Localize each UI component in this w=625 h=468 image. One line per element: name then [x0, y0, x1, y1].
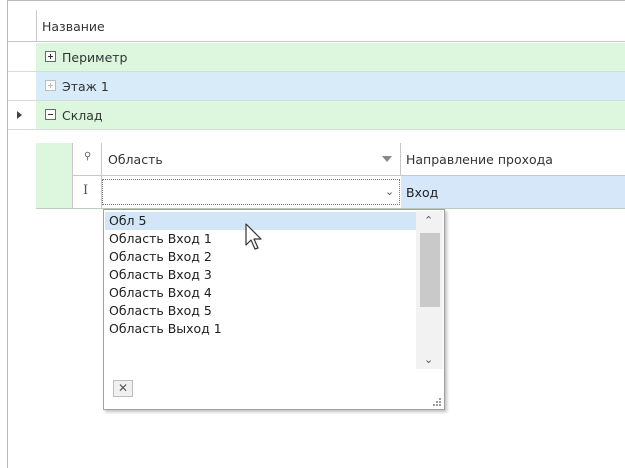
dropdown-item-label: Обл 5 — [109, 213, 147, 228]
dropdown-item-label: Область Вход 4 — [109, 285, 212, 300]
row-cell[interactable] — [36, 101, 625, 129]
column-header-label: Направление прохода — [406, 152, 553, 167]
dropdown-item-label: Область Вход 3 — [109, 267, 212, 282]
detail-grid: ⚲ Область Направление прохода I ⌄ Вход — [72, 143, 625, 208]
dropdown-item-label: Область Вход 2 — [109, 249, 212, 264]
row-label: Этаж 1 — [62, 79, 109, 94]
header-indicator-cell — [8, 10, 37, 42]
combo-dropdown-button[interactable]: ⌄ — [382, 182, 398, 202]
dropdown-item[interactable]: Область Выход 1 — [105, 320, 417, 338]
dropdown-scrollbar[interactable]: ⌃ ⌄ — [416, 211, 443, 369]
detail-header-indicator[interactable]: ⚲ — [73, 143, 102, 175]
row-indicator[interactable] — [8, 43, 37, 71]
edit-indicator-icon: I — [83, 183, 89, 198]
scrollbar-thumb[interactable] — [420, 233, 440, 307]
grid-header: Название — [8, 10, 625, 42]
clear-button[interactable]: ✕ — [113, 380, 133, 397]
resize-grip-icon[interactable] — [433, 398, 441, 406]
current-row-arrow-icon — [17, 111, 22, 119]
collapse-icon[interactable] — [45, 109, 56, 120]
dropdown-item-label: Область Вход 1 — [109, 231, 212, 246]
column-header-area[interactable]: Область — [102, 143, 401, 175]
clear-icon: ✕ — [117, 381, 129, 395]
detail-view: ⚲ Область Направление прохода I ⌄ Вход — [36, 143, 625, 209]
new-item-row[interactable]: I ⌄ Вход — [73, 176, 625, 208]
scroll-up-icon[interactable]: ⌃ — [424, 214, 433, 227]
row-indicator[interactable] — [8, 72, 37, 100]
dropdown-chevron-icon: ⌄ — [385, 185, 395, 198]
column-header-name[interactable]: Название — [42, 19, 105, 34]
table-row-perimeter[interactable]: Периметр — [8, 43, 625, 72]
table-row-floor-1[interactable]: Этаж 1 — [8, 72, 625, 101]
dropdown-item[interactable]: Область Вход 5 — [105, 302, 417, 320]
dropdown-item-label: Область Выход 1 — [109, 321, 222, 336]
scroll-down-icon[interactable]: ⌄ — [424, 353, 433, 366]
row-label: Периметр — [62, 50, 128, 65]
row-label: Склад — [62, 108, 103, 123]
dropdown-item[interactable]: Область Вход 3 — [105, 266, 417, 284]
dropdown-popup: Обл 5 Область Вход 1 Область Вход 2 Обла… — [103, 209, 445, 410]
row-indicator: I — [73, 176, 102, 208]
expand-icon[interactable] — [45, 80, 56, 91]
table-row-warehouse[interactable]: Склад — [8, 101, 625, 130]
search-icon[interactable]: ⚲ — [84, 151, 91, 162]
direction-value: Вход — [406, 185, 439, 200]
row-indicator[interactable] — [8, 101, 37, 129]
dropdown-item[interactable]: Область Вход 4 — [105, 284, 417, 302]
mouse-cursor-icon — [245, 223, 262, 250]
direction-cell[interactable]: Вход — [401, 176, 625, 208]
detail-header: ⚲ Область Направление прохода — [73, 143, 625, 176]
dropdown-item-label: Область Вход 5 — [109, 303, 212, 318]
column-header-label: Область — [108, 152, 163, 167]
expand-icon[interactable] — [45, 51, 56, 62]
area-combo-editor[interactable]: ⌄ — [102, 179, 400, 205]
row-cell[interactable] — [36, 72, 625, 100]
sort-arrow-icon[interactable] — [382, 156, 392, 162]
